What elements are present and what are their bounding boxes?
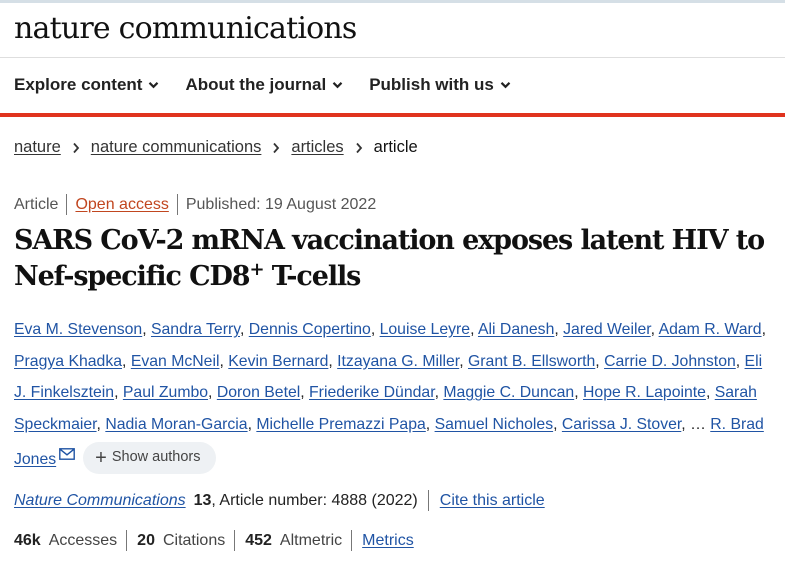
author-link[interactable]: Friederike Dündar (309, 384, 435, 401)
altmetric-label: Altmetric (279, 531, 343, 549)
author-link[interactable]: Itzayana G. Miller (337, 353, 459, 370)
altmetric-count: 452 (245, 531, 272, 549)
accesses-count: 46k (14, 531, 41, 549)
top-border (0, 0, 785, 3)
meta-divider (176, 194, 178, 215)
article-number: , Article number: 4888 (2022) (211, 491, 418, 509)
show-authors-button[interactable]: + Show authors (83, 441, 216, 474)
journal-link[interactable]: Nature Communications (14, 492, 186, 510)
author-link[interactable]: Evan McNeil (131, 353, 220, 370)
cite-this-article-link[interactable]: Cite this article (440, 492, 545, 510)
open-access-link[interactable]: Open access (75, 196, 168, 214)
chevron-right-icon (72, 142, 80, 154)
author-list: Eva M. Stevenson, Sandra Terry, Dennis C… (14, 314, 774, 476)
chevron-right-icon (355, 142, 363, 154)
citation-row: Nature Communications 13 , Article numbe… (14, 490, 545, 511)
author-link[interactable]: Ali Danesh (478, 321, 554, 338)
metrics-divider (234, 530, 236, 551)
breadcrumb-current: article (373, 138, 418, 156)
author-link[interactable]: Sandra Terry (151, 321, 240, 338)
author-link[interactable]: Adam R. Ward (659, 321, 762, 338)
metrics-row: 46k Accesses 20 Citations 452 Altmetric … (14, 530, 414, 551)
author-link[interactable]: Carissa J. Stover (562, 416, 681, 433)
breadcrumb: nature nature communications articles ar… (14, 138, 418, 157)
nav-explore-content[interactable]: Explore content (14, 75, 159, 95)
author-link[interactable]: Dennis Copertino (249, 321, 371, 338)
metrics-link[interactable]: Metrics (362, 532, 414, 550)
accesses-label: Accesses (48, 531, 118, 549)
title-superscript: + (249, 259, 264, 280)
accent-bar (0, 113, 785, 117)
breadcrumb-nature[interactable]: nature (14, 138, 61, 157)
author-link[interactable]: Paul Zumbo (123, 384, 208, 401)
article-meta: Article Open access Published: 19 August… (14, 194, 376, 215)
chevron-right-icon (272, 142, 280, 154)
chevron-down-icon (332, 82, 343, 89)
site-logo[interactable]: nature communications (14, 11, 357, 46)
nav-publish-with-us[interactable]: Publish with us (369, 75, 511, 95)
author-link[interactable]: Doron Betel (217, 384, 300, 401)
citations-count: 20 (137, 531, 155, 549)
volume-number: 13 (193, 491, 212, 509)
article-title: SARS CoV-2 mRNA vaccination exposes late… (14, 223, 774, 295)
author-link[interactable]: Maggie C. Duncan (443, 384, 574, 401)
chevron-down-icon (149, 82, 159, 89)
citations-label: Citations (162, 531, 226, 549)
authors-ellipsis: … (690, 415, 706, 433)
meta-divider (66, 194, 68, 215)
author-link[interactable]: Samuel Nicholes (435, 416, 554, 433)
author-link[interactable]: Michelle Premazzi Papa (256, 416, 425, 433)
title-main: SARS CoV-2 mRNA vaccination exposes late… (14, 225, 765, 292)
mail-icon[interactable] (59, 440, 76, 472)
author-link[interactable]: Louise Leyre (380, 321, 470, 338)
author-link[interactable]: Pragya Khadka (14, 353, 122, 370)
author-link[interactable]: Carrie D. Johnston (604, 353, 736, 370)
chevron-down-icon (500, 82, 511, 89)
author-link[interactable]: Nadia Moran-Garcia (105, 416, 247, 433)
nav-label: Explore content (14, 75, 143, 94)
author-link[interactable]: Grant B. Ellsworth (468, 353, 595, 370)
article-type: Article (14, 195, 59, 213)
title-end: T-cells (263, 261, 362, 292)
author-link[interactable]: Eva M. Stevenson (14, 321, 142, 338)
nav-label: Publish with us (369, 75, 494, 94)
breadcrumb-nature-communications[interactable]: nature communications (91, 138, 262, 157)
nav-about-journal[interactable]: About the journal (185, 75, 343, 95)
published-date: Published: 19 August 2022 (185, 195, 377, 213)
breadcrumb-articles[interactable]: articles (291, 138, 343, 157)
show-authors-label: Show authors (111, 449, 201, 466)
header-divider (0, 57, 785, 58)
citation-divider (427, 490, 429, 511)
author-link[interactable]: Hope R. Lapointe (583, 384, 706, 401)
main-nav: Explore content About the journal Publis… (14, 75, 537, 95)
plus-icon: + (95, 446, 107, 469)
metrics-divider (126, 530, 128, 551)
nav-label: About the journal (185, 75, 327, 94)
author-link[interactable]: Kevin Bernard (228, 353, 328, 370)
author-link[interactable]: Jared Weiler (563, 321, 651, 338)
metrics-divider (351, 530, 353, 551)
